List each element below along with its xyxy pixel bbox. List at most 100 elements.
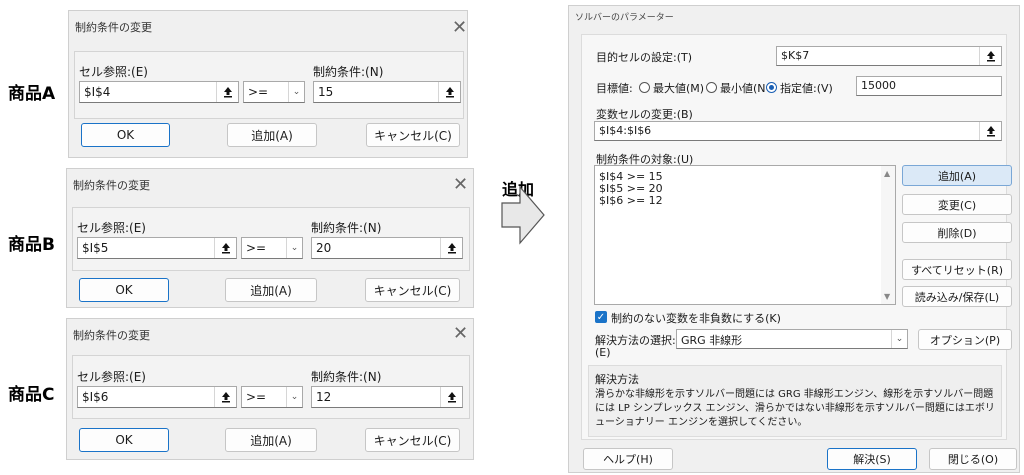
radio-min-label: 最小値(N [720,82,766,95]
range-picker-icon[interactable] [438,82,460,102]
constraint-value: 20 [316,241,332,255]
method-select[interactable]: GRG 非線形 ⌄ [676,329,908,349]
constraint-label: 制約条件:(N) [311,221,382,235]
target-label: 目標値: [596,82,633,95]
variable-label: 変数セルの変更:(B) [596,108,693,121]
operator-value: >= [246,241,267,255]
nonneg-label: 制約のない変数を非負数にする(K) [611,312,781,325]
close-icon[interactable]: ✕ [452,19,467,37]
objective-input[interactable]: $K$7 [776,46,1002,66]
radio-min[interactable] [706,82,717,93]
dialog-title: 制約条件の変更 [75,21,152,34]
variable-value: $I$4:$I$6 [599,124,652,137]
product-label-a: 商品A [8,84,56,104]
objective-value: $K$7 [781,49,810,62]
variable-input[interactable]: $I$4:$I$6 [594,121,1002,141]
close-icon[interactable]: ✕ [453,325,468,343]
constraint-dialog-c: 制約条件の変更 ✕ セル参照:(E) $I$6 >= ⌄ 制約条件:(N) 12… [66,318,474,460]
range-picker-icon[interactable] [979,122,1001,140]
solver-title: ソルバーのパラメーター [575,13,674,23]
cancel-button[interactable]: キャンセル(C) [365,428,460,452]
chevron-down-icon[interactable]: ⌄ [891,330,907,348]
constraint-label: 制約条件:(N) [313,65,384,79]
constraint-input[interactable]: 12 [311,386,463,408]
target-value: 15000 [861,79,896,92]
method-value: GRG 非線形 [681,334,743,347]
list-item[interactable]: $I$6 >= 12 [599,194,663,207]
scroll-up-icon[interactable]: ▲ [884,169,890,178]
solver-solve-button[interactable]: 解決(S) [827,448,917,470]
constraint-dialog-a: 制約条件の変更 ✕ セル参照:(E) $I$4 >= ⌄ 制約条件:(N) 15… [68,10,468,158]
chevron-down-icon[interactable]: ⌄ [286,238,302,258]
add-button[interactable]: 追加(A) [225,278,317,302]
cell-ref-input[interactable]: $I$5 [77,237,237,259]
constraint-panel: セル参照:(E) $I$6 >= ⌄ 制約条件:(N) 12 [72,355,470,419]
constraint-panel: セル参照:(E) $I$4 >= ⌄ 制約条件:(N) 15 [74,51,464,119]
dialog-title: 制約条件の変更 [73,329,150,342]
cell-ref-label: セル参照:(E) [79,65,148,79]
ok-button[interactable]: OK [79,428,169,452]
constraint-label: 制約条件:(N) [311,370,382,384]
constraint-input[interactable]: 15 [313,81,461,103]
solver-change-button[interactable]: 変更(C) [902,194,1012,215]
scroll-down-icon[interactable]: ▼ [884,292,890,301]
operator-value: >= [246,390,267,404]
operator-select[interactable]: >= ⌄ [241,386,303,408]
cell-ref-label: セル参照:(E) [77,221,146,235]
solver-workspace: 目的セルの設定:(T) $K$7 目標値: 最大値(M) 最小値(N 指定値:(… [581,34,1012,440]
constraint-input[interactable]: 20 [311,237,463,259]
solver-close-button[interactable]: 閉じる(O) [929,448,1017,470]
range-picker-icon[interactable] [979,47,1001,65]
method-info-title: 解決方法 [595,373,639,386]
range-picker-icon[interactable] [216,82,238,102]
close-icon[interactable]: ✕ [453,176,468,194]
range-picker-icon[interactable] [214,238,236,258]
operator-select[interactable]: >= ⌄ [243,81,305,103]
cell-ref-input[interactable]: $I$6 [77,386,237,408]
constraint-panel: セル参照:(E) $I$5 >= ⌄ 制約条件:(N) 20 [72,207,470,271]
right-arrow-icon [501,185,545,245]
constraint-value: 12 [316,390,332,404]
method-info-description: 滑らかな非線形を示すソルバー問題には GRG 非線形エンジン、線形を示すソルバー… [595,389,995,428]
product-label-c: 商品C [8,385,55,405]
solver-dialog: ソルバーのパラメーター 目的セルの設定:(T) $K$7 目標値: 最大値(M)… [568,5,1020,473]
cell-ref-input[interactable]: $I$4 [79,81,239,103]
constraint-dialog-b: 制約条件の変更 ✕ セル参照:(E) $I$5 >= ⌄ 制約条件:(N) 20… [66,168,474,308]
solver-reset-button[interactable]: すべてリセット(R) [902,259,1012,280]
method-label-key: (E) [595,346,611,359]
dialog-title: 制約条件の変更 [73,179,150,192]
range-picker-icon[interactable] [440,387,462,407]
radio-value-label: 指定値:(V) [780,82,833,95]
cell-ref-value: $I$4 [84,85,111,99]
chevron-down-icon[interactable]: ⌄ [286,387,302,407]
cancel-button[interactable]: キャンセル(C) [366,123,460,147]
product-label-b: 商品B [8,235,55,255]
radio-max-label: 最大値(M) [653,82,705,95]
target-value-input[interactable]: 15000 [856,76,1002,96]
operator-value: >= [248,85,269,99]
radio-max[interactable] [639,82,650,93]
radio-value[interactable] [766,82,777,93]
cancel-button[interactable]: キャンセル(C) [365,278,460,302]
cell-ref-value: $I$5 [82,241,109,255]
solver-load-save-button[interactable]: 読み込み/保存(L) [902,286,1012,307]
add-button[interactable]: 追加(A) [225,428,317,452]
solver-options-button[interactable]: オプション(P) [918,329,1012,350]
range-picker-icon[interactable] [440,238,462,258]
nonneg-checkbox[interactable]: ✓ [595,311,607,323]
objective-label: 目的セルの設定:(T) [596,51,693,64]
solver-help-button[interactable]: ヘルプ(H) [583,448,673,470]
constraint-value: 15 [318,85,334,99]
add-button[interactable]: 追加(A) [227,123,317,147]
range-picker-icon[interactable] [214,387,236,407]
cell-ref-label: セル参照:(E) [77,370,146,384]
ok-button[interactable]: OK [81,123,170,147]
scrollbar[interactable]: ▲ ▼ [881,166,895,304]
solver-delete-button[interactable]: 削除(D) [902,222,1012,243]
constraints-list[interactable]: $I$4 >= 15 $I$5 >= 20 $I$6 >= 12 ▲ ▼ [594,165,896,305]
cell-ref-value: $I$6 [82,390,109,404]
chevron-down-icon[interactable]: ⌄ [288,82,304,102]
solver-add-button[interactable]: 追加(A) [902,165,1012,186]
operator-select[interactable]: >= ⌄ [241,237,303,259]
ok-button[interactable]: OK [79,278,169,302]
